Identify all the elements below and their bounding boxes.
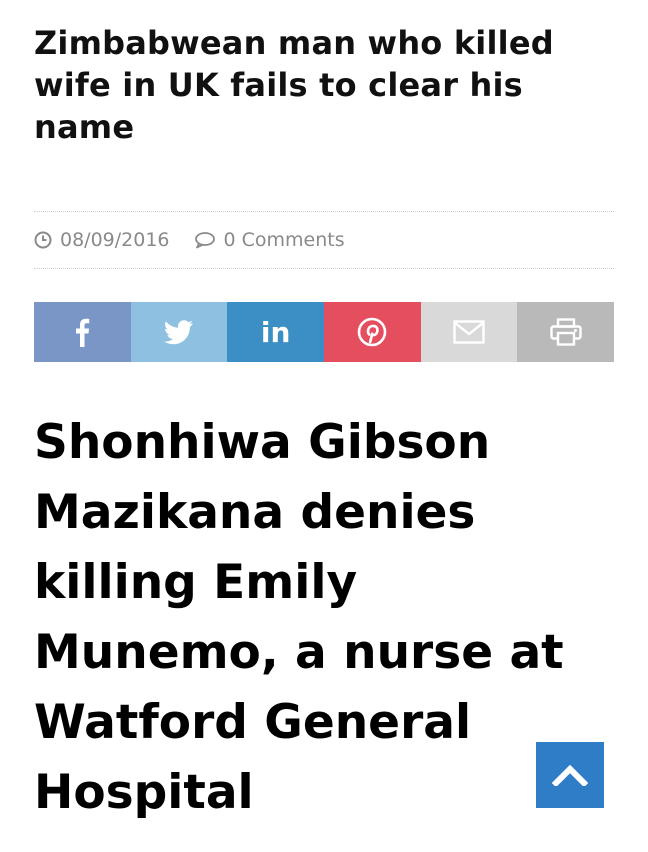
chevron-up-icon: [552, 764, 588, 786]
article-headline: Zimbabwean man who killed wife in UK fai…: [34, 24, 554, 146]
article-meta: 08/09/2016 0 Comments: [34, 211, 614, 269]
comment-bubble-icon: [194, 232, 215, 249]
envelope-icon: [453, 320, 485, 344]
post-date: 08/09/2016: [60, 229, 170, 251]
article-subheadline: Shonhiwa Gibson Mazikana denies killing …: [34, 415, 564, 820]
date-meta: 08/09/2016: [34, 229, 170, 251]
twitter-icon: [164, 319, 193, 344]
printer-icon: [549, 318, 582, 346]
facebook-icon: [76, 318, 90, 347]
print-button[interactable]: [517, 302, 615, 362]
clock-icon: [34, 231, 52, 249]
pinterest-share-button[interactable]: [324, 302, 421, 362]
back-to-top-button[interactable]: [536, 742, 604, 808]
twitter-share-button[interactable]: [130, 302, 228, 362]
linkedin-share-button[interactable]: in: [227, 302, 325, 362]
email-share-button[interactable]: [420, 302, 518, 362]
share-bar: in: [34, 302, 615, 362]
pinterest-icon: [358, 317, 387, 347]
comments-link[interactable]: 0 Comments: [224, 229, 345, 251]
facebook-share-button[interactable]: [34, 302, 131, 362]
linkedin-icon: in: [260, 315, 291, 349]
comments-meta[interactable]: 0 Comments: [194, 229, 345, 251]
